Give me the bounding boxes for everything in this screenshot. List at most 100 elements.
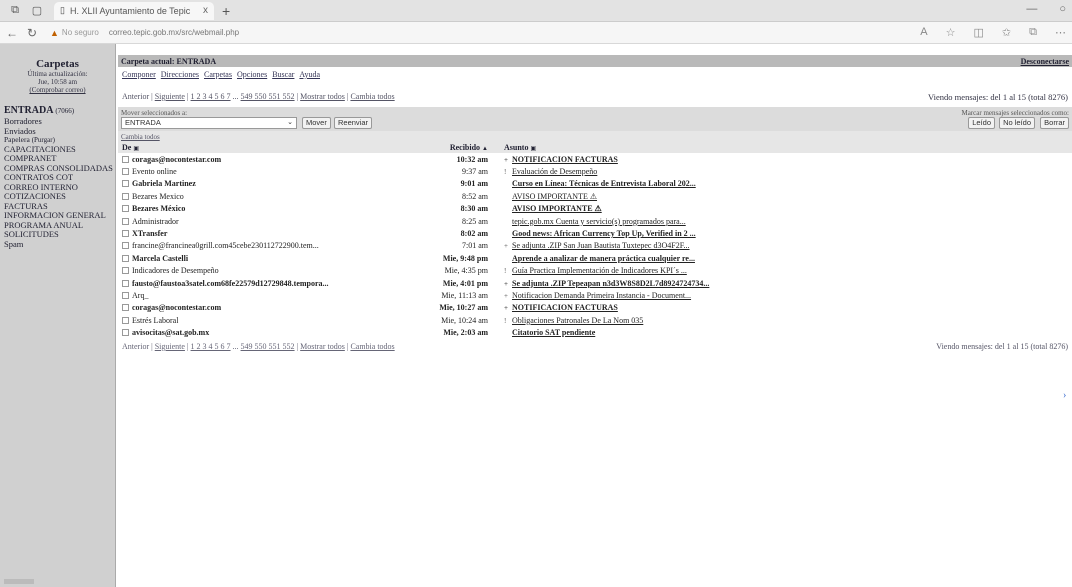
from-column-header[interactable]: De ▣ (118, 142, 408, 153)
show-all-link[interactable]: Mostrar todos (300, 342, 345, 351)
message-subject[interactable]: AVISO IMPORTANTE ⚠ (504, 190, 1072, 202)
message-row[interactable]: Bezares México 8:30 am AVISO IMPORTANTE ⚠ (118, 203, 1072, 215)
folder-count[interactable]: (7066) (55, 107, 74, 115)
message-from[interactable]: XTransfer (118, 227, 408, 239)
message-subject[interactable]: Aprende a analizar de manera práctica cu… (504, 252, 1072, 264)
page-links[interactable]: 1 2 3 4 5 6 7 (191, 342, 231, 351)
message-subject[interactable]: ! Evaluación de Desempeño (504, 165, 1072, 177)
message-subject[interactable]: Citatorio SAT pendiente (504, 326, 1072, 338)
disconnect-link[interactable]: Desconectarse (1021, 57, 1069, 66)
message-subject[interactable]: Curso en Línea: Técnicas de Entrevista L… (504, 178, 1072, 190)
message-row[interactable]: Marcela Castelli Mie, 9:48 pm Aprende a an… (118, 252, 1072, 264)
message-subject[interactable]: ! Obligaciones Patronales De La Nom 035 (504, 314, 1072, 326)
message-from[interactable]: Bezares Mexico (118, 190, 408, 202)
sidebar-folder[interactable]: CORREO INTERNO (4, 183, 114, 193)
check-mail-link[interactable]: (Comprobar correo) (0, 86, 115, 95)
message-subject[interactable]: ! Guía Practica Implementación de Indicad… (504, 265, 1072, 277)
sidebar-folder[interactable]: CAPACITACIONES (4, 145, 114, 155)
far-page-links[interactable]: 549 550 551 552 (241, 342, 295, 351)
back-icon[interactable]: ← (4, 26, 20, 40)
message-checkbox[interactable] (122, 180, 129, 188)
collections-icon[interactable]: ⧉ (1029, 26, 1037, 39)
menu-link[interactable]: Opciones (237, 70, 267, 79)
move-button[interactable]: Mover (302, 117, 331, 129)
sidebar-folder[interactable]: FACTURAS (4, 202, 114, 212)
message-from[interactable]: coragas@nocontestar.com (118, 153, 408, 165)
message-subject[interactable]: + NOTIFICACION FACTURAS (504, 302, 1072, 314)
sidebar-folder[interactable]: Borradores (4, 117, 114, 127)
menu-link[interactable]: Componer (122, 70, 156, 79)
menu-link[interactable]: Buscar (272, 70, 294, 79)
subject-link[interactable]: NOTIFICACION FACTURAS (512, 303, 618, 312)
forward-button[interactable]: Reenviar (334, 117, 373, 129)
received-column-header[interactable]: Recibido ▲ (408, 142, 504, 153)
folder-count[interactable]: (Purgar) (32, 136, 55, 144)
mark-read-button[interactable]: Leído (968, 117, 995, 129)
message-subject[interactable]: Good news: African Currency Top Up, Veri… (504, 227, 1072, 239)
message-row[interactable]: Indicadores de Desempeño Mie, 4:35 pm! Guí… (118, 265, 1072, 277)
message-row[interactable]: Evento online 9:37 am! Evaluación de Desem… (118, 165, 1072, 177)
close-tab-icon[interactable]: x (203, 5, 208, 16)
menu-link[interactable]: Ayuda (299, 70, 320, 79)
message-from[interactable]: coragas@nocontestar.com (118, 302, 408, 314)
message-row[interactable]: coragas@nocontestar.com 10:32 am + NOTIFICA… (118, 153, 1072, 165)
message-from[interactable]: Administrador (118, 215, 408, 227)
subject-link[interactable]: Curso en Línea: Técnicas de Entrevista L… (512, 179, 696, 188)
toggle-all-selection[interactable]: Cambia todos (118, 131, 1072, 142)
message-checkbox[interactable] (122, 217, 129, 225)
message-row[interactable]: Estrés Laboral Mie, 10:24 am! Obligaciones… (118, 314, 1072, 326)
message-checkbox[interactable] (122, 168, 129, 176)
url-field[interactable]: correo.tepic.gob.mx/src/webmail.php (109, 28, 239, 37)
maximize-icon[interactable]: ○ (1059, 3, 1066, 15)
next-link[interactable]: Siguiente (155, 342, 185, 351)
message-subject[interactable]: + Notificacion Demanda Primeira Instancia… (504, 289, 1072, 301)
message-row[interactable]: Bezares Mexico 8:52 am AVISO IMPORTANTE ⚠ (118, 190, 1072, 202)
message-from[interactable]: Evento online (118, 165, 408, 177)
subject-link[interactable]: Se adjunta .ZIP Tepeapan n3d3W8S8D2L7d89… (512, 279, 709, 288)
split-screen-icon[interactable]: ◫ (974, 26, 984, 39)
browser-tab[interactable]: ▯ H. XLII Ayuntamiento de Tepic x (54, 1, 214, 20)
message-subject[interactable]: + Se adjunta .ZIP Tepeapan n3d3W8S8D2L7d8… (504, 277, 1072, 289)
toggle-all-link[interactable]: Cambia todos (350, 92, 394, 101)
prev-link[interactable]: Anterior (122, 92, 149, 101)
subject-link[interactable]: AVISO IMPORTANTE ⚠ (512, 204, 602, 213)
subject-link[interactable]: AVISO IMPORTANTE ⚠ (512, 192, 597, 201)
tab-actions-icon[interactable]: ▢ (30, 4, 44, 18)
message-row[interactable]: francine@francinea0grill.com45cebe230112… (118, 240, 1072, 252)
menu-link[interactable]: Carpetas (204, 70, 232, 79)
message-checkbox[interactable] (122, 242, 129, 250)
sidebar-folder[interactable]: COMPRANET (4, 154, 114, 164)
refresh-icon[interactable]: ↻ (24, 26, 40, 40)
message-from[interactable]: Marcela Castelli (118, 252, 408, 264)
message-row[interactable]: Gabriela Martinez 9:01 am Curso en Línea: … (118, 178, 1072, 190)
prev-link[interactable]: Anterior (122, 342, 149, 351)
message-checkbox[interactable] (122, 291, 129, 299)
message-from[interactable]: Indicadores de Desempeño (118, 265, 408, 277)
subject-link[interactable]: Guía Practica Implementación de Indicado… (512, 266, 687, 275)
minimize-icon[interactable]: — (1026, 3, 1037, 15)
favorites-icon[interactable]: ✩ (1002, 26, 1011, 39)
sidebar-scroll-handle[interactable] (4, 579, 34, 584)
message-checkbox[interactable] (122, 230, 129, 238)
sidebar-folder[interactable]: CONTRATOS COT (4, 173, 114, 183)
message-from[interactable]: Estrés Laboral (118, 314, 408, 326)
message-checkbox[interactable] (122, 329, 129, 337)
subject-link[interactable]: Aprende a analizar de manera práctica cu… (512, 254, 695, 263)
message-checkbox[interactable] (122, 155, 129, 163)
not-secure-label[interactable]: No seguro (62, 28, 99, 37)
message-from[interactable]: Arq_ (118, 289, 408, 301)
message-checkbox[interactable] (122, 267, 129, 275)
subject-link[interactable]: Good news: African Currency Top Up, Veri… (512, 229, 696, 238)
sidebar-folder[interactable]: INFORMACION GENERAL (4, 211, 114, 221)
message-subject[interactable]: + NOTIFICACION FACTURAS (504, 153, 1072, 165)
sidebar-folder[interactable]: ENTRADA (7066) (4, 105, 114, 117)
message-row[interactable]: avisocitas@sat.gob.mx Mie, 2:03 am Citator… (118, 326, 1072, 338)
more-icon[interactable]: ⋯ (1055, 26, 1066, 39)
sidebar-folder[interactable]: Enviados (4, 127, 114, 137)
subject-link[interactable]: Citatorio SAT pendiente (512, 328, 595, 337)
message-checkbox[interactable] (122, 304, 129, 312)
message-from[interactable]: avisocitas@sat.gob.mx (118, 326, 408, 338)
message-row[interactable]: coragas@nocontestar.com Mie, 10:27 am + NOT… (118, 302, 1072, 314)
message-row[interactable]: fausto@faustoa3satel.com68fe22579d127298… (118, 277, 1072, 289)
message-checkbox[interactable] (122, 316, 129, 324)
